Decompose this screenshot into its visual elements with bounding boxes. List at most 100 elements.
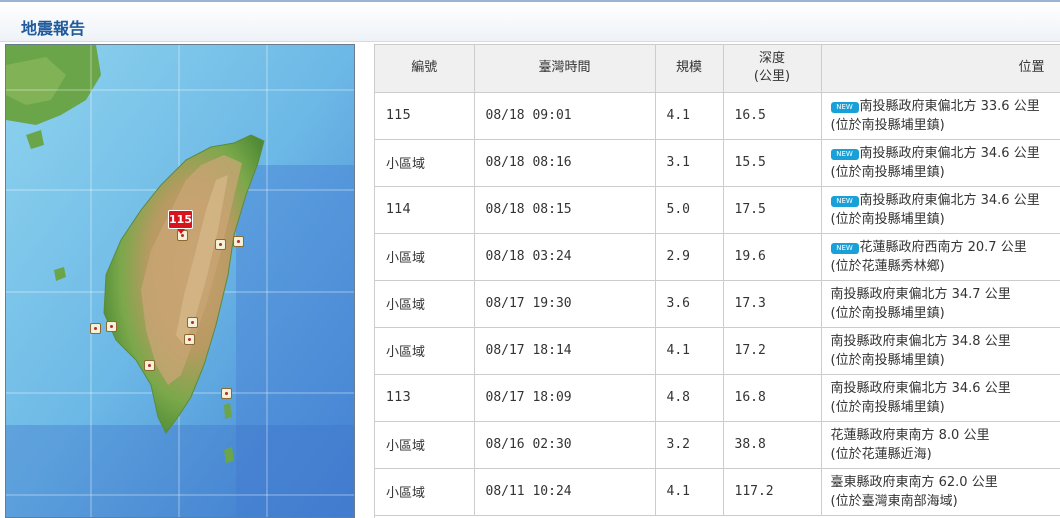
location-sub-text: (位於南投縣埔里鎮) — [830, 164, 945, 180]
location-sub-text: (位於臺灣東南部海域) — [830, 493, 958, 509]
location-sub-text: (位於南投縣埔里鎮) — [830, 117, 945, 133]
location-text: 南投縣政府東偏北方 34.7 公里 — [830, 286, 1011, 302]
location-text: 南投縣政府東偏北方 34.6 公里 — [830, 380, 1011, 396]
location-line: NEW 南投縣政府東偏北方 34.6 公里 — [830, 144, 1060, 163]
cell-location[interactable]: 南投縣政府東偏北方 34.7 公里 (位於南投縣埔里鎮) — [821, 280, 1060, 328]
table-row[interactable]: 小區域 08/17 18:14 4.1 17.2 南投縣政府東偏北方 34.8 公里 (位… — [375, 327, 1060, 375]
location-sub-text: (位於花蓮縣秀林鄉) — [830, 258, 945, 274]
location-line: 南投縣政府東偏北方 34.6 公里 — [831, 379, 1060, 398]
cell-depth: 117.2 — [723, 468, 822, 516]
table-row[interactable]: 小區域 08/11 10:24 4.1 117.2 臺東縣政府東南方 62.0 公里 (位… — [375, 468, 1060, 516]
cell-time: 08/17 19:30 — [474, 280, 656, 328]
page-header: 地震報告 — [0, 0, 1060, 42]
cell-magnitude: 3.1 — [655, 139, 724, 187]
cell-location[interactable]: 南投縣政府東偏北方 34.8 公里 (位於南投縣埔里鎮) — [821, 327, 1060, 375]
cell-id: 小區域 — [375, 421, 475, 469]
cell-time: 08/17 18:14 — [474, 327, 656, 375]
table-row[interactable]: 小區域 08/16 02:30 3.2 38.8 花蓮縣政府東南方 8.0 公里 (位於花… — [375, 421, 1060, 469]
cell-depth: 16.8 — [723, 374, 822, 422]
cell-depth: 15.5 — [723, 139, 822, 187]
table-header-row: 編號 臺灣時間 規模 深度 (公里) 位置 — [375, 45, 1060, 93]
cell-depth: 19.6 — [723, 233, 822, 281]
cell-magnitude: 5.0 — [655, 186, 724, 234]
table-row[interactable]: 113 08/17 18:09 4.8 16.8 南投縣政府東偏北方 34.6 公里 (位… — [375, 374, 1060, 422]
location-header-label: 位置 — [1018, 60, 1045, 76]
quake-marker[interactable] — [90, 323, 101, 334]
cell-depth: 17.2 — [723, 327, 822, 375]
table-row[interactable]: 114 08/18 08:15 5.0 17.5 NEW 南投縣政府東偏北方 34.6 公… — [375, 186, 1060, 234]
cell-time: 08/18 03:24 — [474, 233, 656, 281]
depth-header-line2: (公里) — [753, 69, 791, 85]
table-row[interactable]: 小區域 08/17 19:30 3.6 17.3 南投縣政府東偏北方 34.7 公里 (位… — [375, 280, 1060, 328]
quake-marker[interactable] — [144, 360, 155, 371]
cell-depth: 38.8 — [723, 421, 822, 469]
location-line: NEW 花蓮縣政府西南方 20.7 公里 — [830, 238, 1060, 257]
taiwan-map-graphic — [6, 45, 354, 517]
location-line: 臺東縣政府東南方 62.0 公里 — [831, 473, 1060, 492]
location-text: 南投縣政府東偏北方 33.6 公里 — [859, 98, 1040, 114]
table-row[interactable]: 小區域 08/18 03:24 2.9 19.6 NEW 花蓮縣政府西南方 20.7 公里… — [375, 233, 1060, 281]
cell-time: 08/18 09:01 — [474, 92, 656, 140]
quake-marker[interactable] — [106, 321, 117, 332]
new-badge: NEW — [830, 148, 859, 160]
location-line: 花蓮縣政府東南方 8.0 公里 — [831, 426, 1060, 445]
cell-magnitude: 4.8 — [655, 374, 724, 422]
earthquake-map[interactable]: 115 — [5, 44, 355, 518]
cell-id: 小區域 — [375, 139, 475, 187]
cell-magnitude: 2.9 — [655, 233, 724, 281]
depth-header-line1: 深度 — [758, 51, 785, 67]
column-header-magnitude: 規模 — [655, 45, 724, 93]
quake-marker[interactable] — [233, 236, 244, 247]
cell-location[interactable]: 花蓮縣政府東南方 8.0 公里 (位於花蓮縣近海) — [821, 421, 1060, 469]
cell-depth: 17.5 — [723, 186, 822, 234]
cell-id: 113 — [375, 374, 475, 422]
cell-id: 114 — [375, 186, 475, 234]
cell-id: 115 — [375, 92, 475, 140]
cell-depth: 16.5 — [723, 92, 822, 140]
column-header-location: 位置 — [821, 45, 1060, 93]
cell-location[interactable]: NEW 南投縣政府東偏北方 34.6 公里 (位於南投縣埔里鎮) — [821, 139, 1060, 187]
cell-id: 小區域 — [375, 280, 475, 328]
cell-id: 小區域 — [375, 327, 475, 375]
location-sub-text: (位於南投縣埔里鎮) — [830, 305, 945, 321]
quake-marker[interactable] — [215, 239, 226, 250]
location-text: 花蓮縣政府東南方 8.0 公里 — [830, 427, 990, 443]
earthquake-table: 編號 臺灣時間 規模 深度 (公里) 位置 115 08/18 09:01 4.1 1… — [374, 44, 1060, 518]
table-row[interactable]: 小區域 08/18 08:16 3.1 15.5 NEW 南投縣政府東偏北方 34.6 公… — [375, 139, 1060, 187]
location-line: NEW 南投縣政府東偏北方 33.6 公里 — [830, 97, 1060, 116]
cell-magnitude: 3.2 — [655, 421, 724, 469]
column-header-time: 臺灣時間 — [474, 45, 656, 93]
cell-depth: 17.3 — [723, 280, 822, 328]
column-header-id: 編號 — [375, 45, 475, 93]
cell-time: 08/17 18:09 — [474, 374, 656, 422]
cell-location[interactable]: 臺東縣政府東南方 62.0 公里 (位於臺灣東南部海域) — [821, 468, 1060, 516]
cell-time: 08/11 10:24 — [474, 468, 656, 516]
location-sub-text: (位於南投縣埔里鎮) — [830, 352, 945, 368]
cell-location[interactable]: NEW 花蓮縣政府西南方 20.7 公里 (位於花蓮縣秀林鄉) — [821, 233, 1060, 281]
cell-time: 08/18 08:15 — [474, 186, 656, 234]
location-line: 南投縣政府東偏北方 34.7 公里 — [831, 285, 1060, 304]
cell-magnitude: 3.6 — [655, 280, 724, 328]
location-text: 臺東縣政府東南方 62.0 公里 — [830, 474, 998, 490]
location-text: 南投縣政府東偏北方 34.8 公里 — [830, 333, 1011, 349]
location-text: 南投縣政府東偏北方 34.6 公里 — [859, 145, 1040, 161]
location-line: 南投縣政府東偏北方 34.8 公里 — [831, 332, 1060, 351]
cell-magnitude: 4.1 — [655, 468, 724, 516]
location-line: NEW 南投縣政府東偏北方 34.6 公里 — [830, 191, 1060, 210]
column-header-depth: 深度 (公里) — [723, 45, 822, 93]
page-title: 地震報告 — [21, 19, 86, 38]
table-row[interactable]: 115 08/18 09:01 4.1 16.5 NEW 南投縣政府東偏北方 33.6 公… — [375, 92, 1060, 140]
quake-marker[interactable] — [184, 334, 195, 345]
location-text: 花蓮縣政府西南方 20.7 公里 — [859, 239, 1027, 255]
cell-location[interactable]: NEW 南投縣政府東偏北方 34.6 公里 (位於南投縣埔里鎮) — [821, 186, 1060, 234]
location-sub-text: (位於南投縣埔里鎮) — [830, 399, 945, 415]
cell-location[interactable]: 南投縣政府東偏北方 34.6 公里 (位於南投縣埔里鎮) — [821, 374, 1060, 422]
cell-location[interactable]: NEW 南投縣政府東偏北方 33.6 公里 (位於南投縣埔里鎮) — [821, 92, 1060, 140]
quake-marker[interactable] — [221, 388, 232, 399]
new-badge: NEW — [830, 195, 859, 207]
location-sub-text: (位於花蓮縣近海) — [830, 446, 932, 462]
cell-magnitude: 4.1 — [655, 327, 724, 375]
latest-quake-label[interactable]: 115 — [168, 210, 193, 234]
quake-marker[interactable] — [187, 317, 198, 328]
location-text: 南投縣政府東偏北方 34.6 公里 — [859, 192, 1040, 208]
